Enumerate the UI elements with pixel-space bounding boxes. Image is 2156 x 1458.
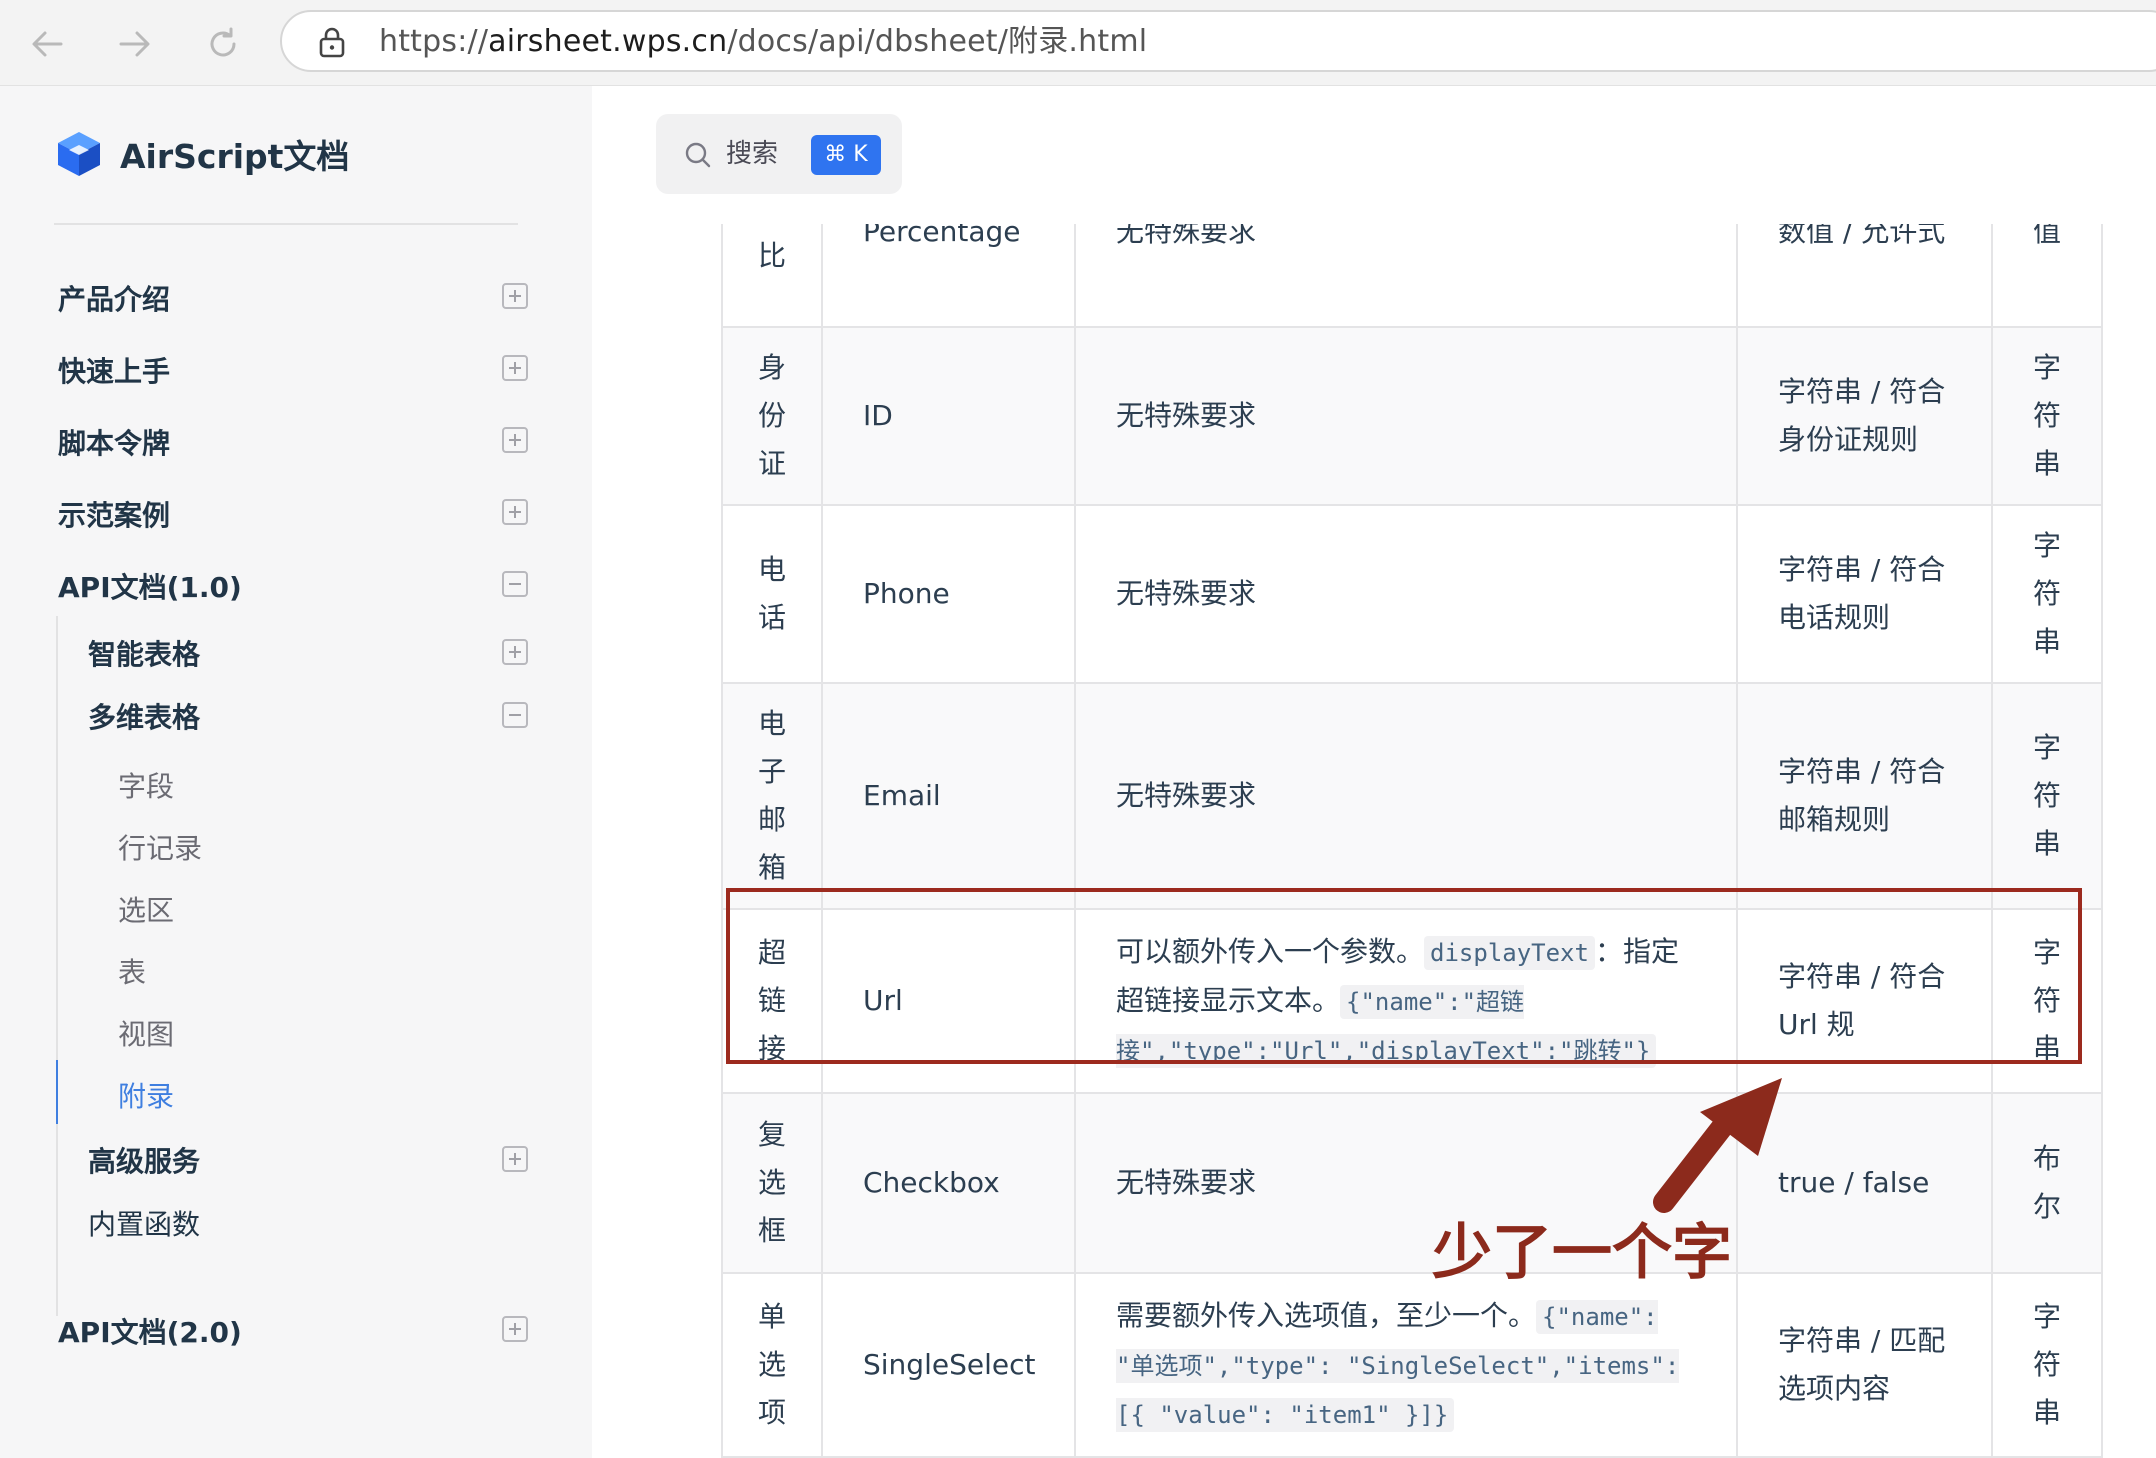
table-cell-return: 布尔 [1991, 1092, 2103, 1274]
sidebar-item-quick-start[interactable]: 快速上手 [58, 350, 170, 390]
table-row: 单选项 SingleSelect 需要额外传入选项值，至少一个。 {"name":… [721, 1272, 2103, 1458]
sidebar-item-selection[interactable]: 选区 [118, 889, 174, 929]
sidebar-item-db-sheet[interactable]: 多维表格 [88, 696, 200, 736]
sidebar-item-record[interactable]: 行记录 [118, 827, 202, 867]
table-cell-input: 字符串 / 符合身份证规则 [1736, 326, 1993, 506]
address-bar[interactable]: https://airsheet.wps.cn/docs/api/dbsheet… [280, 10, 2156, 72]
brand-logo-link[interactable]: AirScript文档 [56, 130, 349, 178]
highlight-rectangle [726, 888, 2082, 1064]
table-row: 电话 Phone 无特殊要求 字符串 / 符合电话规则 字符串 [721, 504, 2103, 684]
table-cell-name: 电子邮箱 [721, 682, 823, 910]
collapse-minus-icon[interactable] [502, 571, 528, 597]
sidebar: AirScript文档 产品介绍 快速上手 脚本令牌 示范案例 API文档(1.… [0, 86, 592, 1458]
table-cell-input: 字符串 / 符合电话规则 [1736, 504, 1993, 684]
table-cell-desc: 无特殊要求 [1074, 326, 1738, 506]
annotation-text: 少了一个字 [1432, 1218, 1732, 1288]
back-arrow-icon [32, 31, 63, 57]
expand-plus-icon[interactable] [502, 499, 528, 525]
sidebar-item-api-v1[interactable]: API文档(1.0) [58, 566, 242, 606]
sidebar-item-examples[interactable]: 示范案例 [58, 494, 170, 534]
table-cell-type: Email [821, 682, 1076, 910]
table-row: 身份证 ID 无特殊要求 字符串 / 符合身份证规则 字符串 [721, 326, 2103, 506]
url-host: airsheet.wps.cn [488, 24, 728, 59]
table-cell-desc: 无特殊要求 [1074, 504, 1738, 684]
reload-icon [210, 27, 236, 57]
forward-arrow-icon [119, 31, 150, 57]
table-row: 电子邮箱 Email 无特殊要求 字符串 / 符合邮箱规则 字符串 [721, 682, 2103, 910]
sidebar-divider [54, 223, 518, 225]
sidebar-item-product-intro[interactable]: 产品介绍 [58, 278, 170, 318]
table-cell-name: 身份证 [721, 326, 823, 506]
field-type-table: 分比 Percentage 无特殊要求 数值 / 允许式 值 身份证 ID 无特… [721, 136, 2103, 1458]
main-content: 分比 Percentage 无特殊要求 数值 / 允许式 值 身份证 ID 无特… [592, 86, 2156, 1458]
sidebar-item-api-v2[interactable]: API文档(2.0) [58, 1311, 242, 1351]
sidebar-item-view[interactable]: 视图 [118, 1013, 174, 1053]
table-cell-return: 字符串 [1991, 682, 2103, 910]
airscript-logo-icon [58, 132, 100, 176]
lock-icon [319, 27, 345, 58]
table-cell-name: 电话 [721, 504, 823, 684]
url-path: /docs/api/dbsheet/附录.html [727, 24, 1148, 59]
back-button[interactable] [22, 19, 72, 69]
table-cell-name: 单选项 [721, 1272, 823, 1458]
collapse-minus-icon[interactable] [502, 702, 528, 728]
search-button[interactable]: 搜索 ⌘ K [656, 114, 902, 194]
table-cell-desc: 无特殊要求 [1074, 682, 1738, 910]
sidebar-item-appendix[interactable]: 附录 [118, 1075, 174, 1115]
table-row: 复选框 Checkbox 无特殊要求 true / false 布尔 [721, 1092, 2103, 1274]
table-cell-return: 字符串 [1991, 326, 2103, 506]
table-cell-input: 字符串 / 匹配选项内容 [1736, 1272, 1993, 1458]
expand-plus-icon[interactable] [502, 355, 528, 381]
url-scheme: https:// [379, 24, 489, 59]
expand-plus-icon[interactable] [502, 283, 528, 309]
browser-toolbar: https://airsheet.wps.cn/docs/api/dbsheet… [0, 0, 2156, 86]
search-label: 搜索 [726, 139, 779, 169]
sidebar-item-builtin-functions[interactable]: 内置函数 [88, 1203, 200, 1243]
nav-tree-line [56, 616, 58, 1316]
sidebar-item-smart-sheet[interactable]: 智能表格 [88, 633, 200, 673]
expand-plus-icon[interactable] [502, 1146, 528, 1172]
table-cell-name: 复选框 [721, 1092, 823, 1274]
sidebar-item-advanced-services[interactable]: 高级服务 [88, 1140, 200, 1180]
reload-button[interactable] [198, 19, 248, 69]
active-indicator [56, 1060, 58, 1124]
brand-title: AirScript文档 [120, 137, 350, 176]
expand-plus-icon[interactable] [502, 639, 528, 665]
annotation-arrow-icon [1653, 1078, 1782, 1213]
table-cell-type: Checkbox [821, 1092, 1076, 1274]
search-shortcut-badge: ⌘ K [811, 135, 881, 175]
sidebar-item-field[interactable]: 字段 [118, 765, 174, 805]
table-cell-desc: 需要额外传入选项值，至少一个。 {"name": "单选项","type": "S… [1074, 1272, 1738, 1458]
url-text: https://airsheet.wps.cn/docs/api/dbsheet… [379, 12, 1147, 72]
search-icon [685, 142, 711, 168]
table-cell-input: 字符串 / 符合邮箱规则 [1736, 682, 1993, 910]
expand-plus-icon[interactable] [502, 427, 528, 453]
forward-button[interactable] [110, 19, 160, 69]
table-cell-return: 字符串 [1991, 504, 2103, 684]
expand-plus-icon[interactable] [502, 1316, 528, 1342]
sidebar-item-script-token[interactable]: 脚本令牌 [58, 422, 170, 462]
table-cell-type: ID [821, 326, 1076, 506]
table-cell-return: 字符串 [1991, 1272, 2103, 1458]
table-cell-type: SingleSelect [821, 1272, 1076, 1458]
sidebar-item-table[interactable]: 表 [118, 951, 146, 991]
table-cell-type: Phone [821, 504, 1076, 684]
